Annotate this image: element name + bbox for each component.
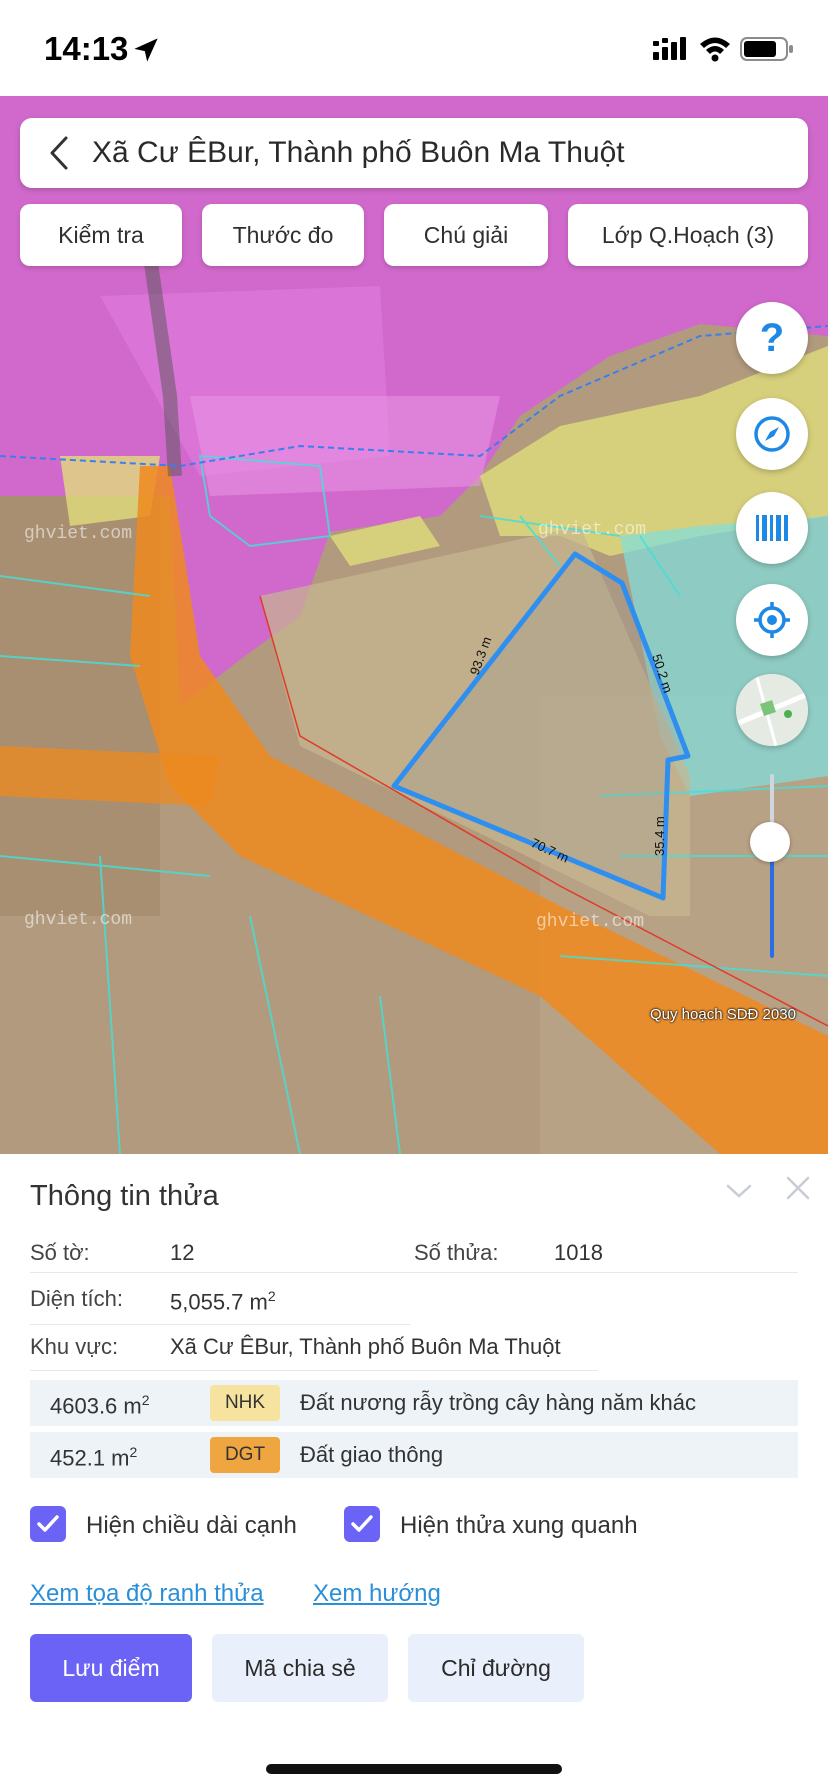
land-use-area: 452.1 m2 bbox=[50, 1444, 138, 1471]
watermark-3: ghviet.com bbox=[24, 910, 132, 930]
map-view[interactable]: ghviet.com ghviet.com ghviet.com ghviet.… bbox=[0, 96, 828, 1154]
compass-icon bbox=[754, 416, 790, 452]
land-use-code-badge: DGT bbox=[210, 1437, 280, 1473]
location-title[interactable]: Xã Cư ÊBur, Thành phố Buôn Ma Thuột bbox=[92, 136, 625, 170]
divider bbox=[30, 1272, 798, 1273]
area-label: Diện tích: bbox=[30, 1286, 123, 1311]
compass-button[interactable] bbox=[736, 398, 808, 470]
save-point-button[interactable]: Lưu điểm bbox=[30, 1634, 192, 1702]
parcel-info-panel: Thông tin thửa Số tờ: 12 Số thửa: 1018 D… bbox=[0, 1154, 828, 1792]
help-icon: ? bbox=[759, 315, 785, 360]
status-time: 14:13 bbox=[44, 30, 129, 67]
planning-layer-label: Quy hoạch SDĐ 2030 bbox=[650, 1006, 796, 1023]
view-boundary-coordinates-link[interactable]: Xem tọa độ ranh thửa bbox=[30, 1580, 264, 1608]
location-arrow-icon bbox=[134, 38, 158, 62]
zoom-slider-thumb[interactable] bbox=[750, 822, 790, 862]
measure-chip[interactable]: Thước đo bbox=[202, 204, 364, 266]
land-use-area: 4603.6 m2 bbox=[50, 1392, 150, 1419]
chevron-down-icon[interactable] bbox=[724, 1176, 754, 1206]
panel-title: Thông tin thửa bbox=[30, 1180, 219, 1212]
show-neighbor-parcels-checkbox[interactable] bbox=[344, 1506, 380, 1542]
share-code-button[interactable]: Mã chia sẻ bbox=[212, 1634, 388, 1702]
legend-chip[interactable]: Chú giải bbox=[384, 204, 548, 266]
parcel-number-label: Số thửa: bbox=[414, 1240, 499, 1265]
wifi-icon bbox=[700, 37, 730, 62]
show-edge-length-checkbox[interactable] bbox=[30, 1506, 66, 1542]
watermark-1: ghviet.com bbox=[538, 520, 646, 540]
barcode-scan-button[interactable] bbox=[736, 492, 808, 564]
land-use-description: Đất giao thông bbox=[300, 1442, 444, 1467]
parcel-number-value: 1018 bbox=[554, 1240, 603, 1265]
land-use-row: 4603.6 m2 NHK Đất nương rẫy trồng cây hà… bbox=[30, 1380, 798, 1426]
location-search-bar[interactable]: Xã Cư ÊBur, Thành phố Buôn Ma Thuột bbox=[20, 118, 808, 188]
help-button[interactable]: ? bbox=[736, 302, 808, 374]
cellular-signal-icon bbox=[653, 37, 686, 60]
map-thumbnail-icon bbox=[736, 674, 808, 746]
home-indicator[interactable] bbox=[266, 1764, 562, 1774]
planning-layers-chip[interactable]: Lớp Q.Hoạch (3) bbox=[568, 204, 808, 266]
land-use-description: Đất nương rẫy trồng cây hàng năm khác bbox=[300, 1390, 697, 1415]
my-location-button[interactable] bbox=[736, 584, 808, 656]
close-icon[interactable] bbox=[784, 1174, 812, 1202]
region-value: Xã Cư ÊBur, Thành phố Buôn Ma Thuột bbox=[170, 1334, 561, 1359]
directions-button[interactable]: Chỉ đường bbox=[408, 1634, 584, 1702]
back-arrow-icon[interactable] bbox=[44, 134, 74, 172]
region-label: Khu vực: bbox=[30, 1334, 119, 1359]
sheet-number-value: 12 bbox=[170, 1240, 195, 1265]
view-direction-link[interactable]: Xem hướng bbox=[313, 1580, 441, 1608]
land-use-row: 452.1 m2 DGT Đất giao thông bbox=[30, 1432, 798, 1478]
divider bbox=[30, 1370, 598, 1371]
checkmark-icon bbox=[351, 1515, 373, 1532]
watermark-2: ghviet.com bbox=[24, 524, 132, 544]
sheet-number-label: Số tờ: bbox=[30, 1240, 90, 1265]
show-neighbor-parcels-label[interactable]: Hiện thửa xung quanh bbox=[400, 1512, 638, 1540]
edge-length-label: 35.4 m bbox=[652, 816, 667, 856]
crosshair-icon bbox=[754, 602, 790, 638]
checkmark-icon bbox=[37, 1515, 59, 1532]
divider bbox=[30, 1324, 410, 1325]
map-type-button[interactable] bbox=[736, 674, 808, 746]
status-bar: 14:13 bbox=[0, 0, 828, 96]
check-chip[interactable]: Kiểm tra bbox=[20, 204, 182, 266]
show-edge-length-label[interactable]: Hiện chiều dài cạnh bbox=[86, 1512, 297, 1540]
barcode-icon bbox=[756, 515, 788, 541]
land-use-code-badge: NHK bbox=[210, 1385, 280, 1421]
battery-icon bbox=[740, 37, 793, 61]
area-value: 5,055.7 m2 bbox=[170, 1288, 276, 1315]
watermark-4: ghviet.com bbox=[536, 912, 644, 932]
